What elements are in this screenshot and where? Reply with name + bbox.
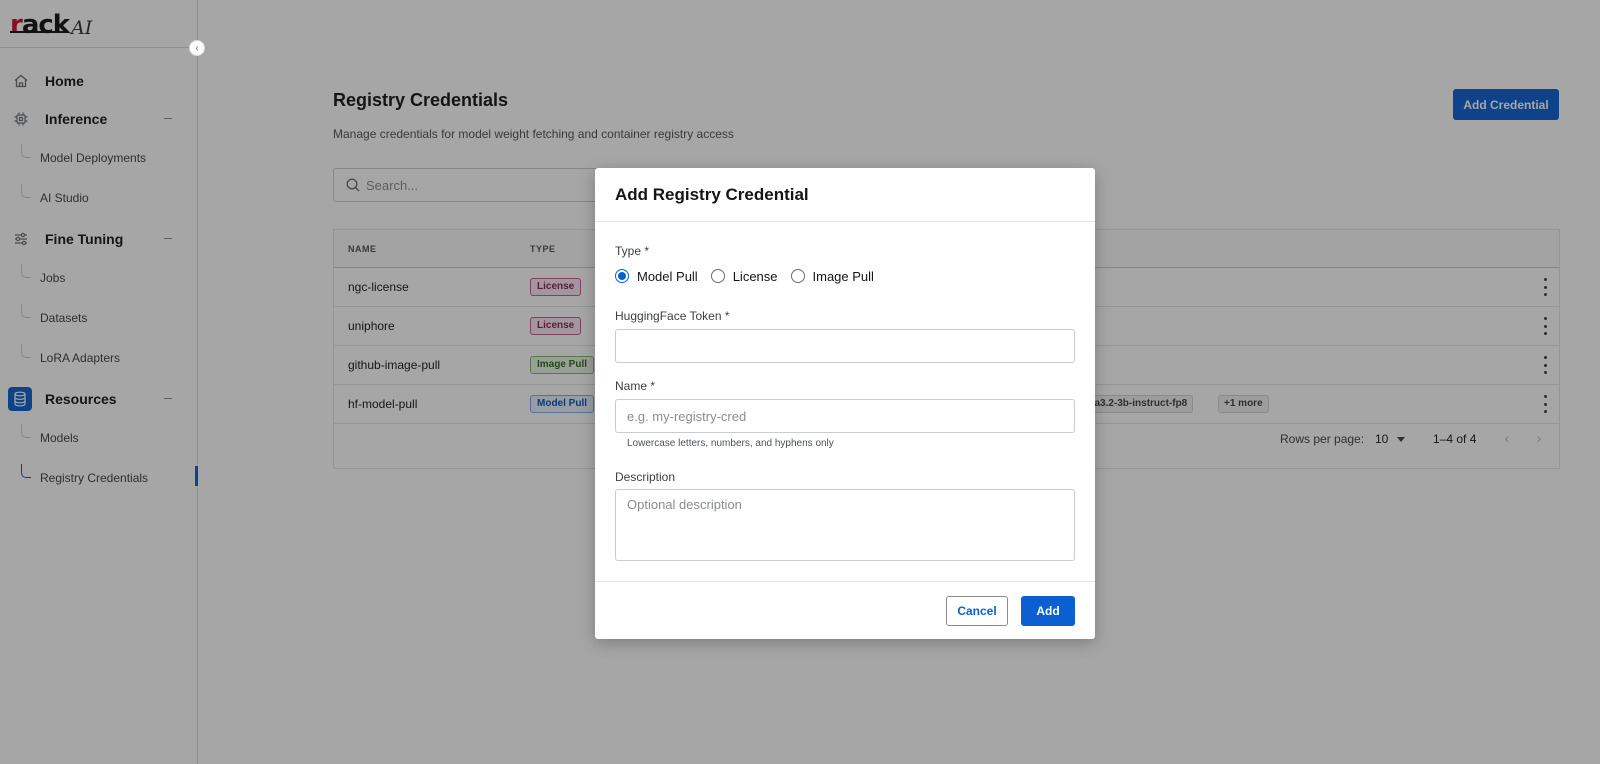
radio-label: License bbox=[732, 268, 778, 284]
name-label: Name * bbox=[615, 379, 656, 393]
radio-image-pull[interactable]: Image Pull bbox=[790, 268, 874, 284]
radio-label: Image Pull bbox=[812, 268, 874, 284]
add-registry-credential-modal: Add Registry Credential Type * Model Pul… bbox=[595, 168, 1095, 639]
radio-license[interactable]: License bbox=[710, 268, 778, 284]
type-radio-group: Model Pull License Image Pull bbox=[615, 267, 887, 285]
cancel-button[interactable]: Cancel bbox=[946, 596, 1008, 626]
radio-empty-icon bbox=[790, 269, 805, 283]
description-field bbox=[615, 489, 1075, 561]
type-label: Type * bbox=[615, 244, 650, 258]
modal-footer-divider bbox=[595, 581, 1095, 582]
radio-selected-icon bbox=[615, 269, 629, 283]
name-helper-text: Lowercase letters, numbers, and hyphens … bbox=[627, 438, 834, 449]
description-label: Description bbox=[615, 470, 676, 484]
radio-label: Model Pull bbox=[637, 268, 698, 284]
add-button[interactable]: Add bbox=[1021, 596, 1075, 626]
token-label: HuggingFace Token * bbox=[615, 309, 730, 323]
modal-header-divider bbox=[595, 221, 1095, 222]
name-field bbox=[615, 399, 1075, 433]
radio-model-pull[interactable]: Model Pull bbox=[615, 269, 698, 284]
token-field bbox=[615, 329, 1075, 363]
chevron-left-icon: ‹ bbox=[195, 42, 199, 54]
modal-title: Add Registry Credential bbox=[615, 185, 809, 204]
sidebar-collapse-button[interactable]: ‹ bbox=[189, 40, 205, 56]
radio-empty-icon bbox=[710, 269, 725, 283]
name-input[interactable] bbox=[627, 407, 1063, 425]
description-textarea[interactable] bbox=[627, 497, 1063, 551]
huggingface-token-input[interactable] bbox=[627, 337, 1063, 355]
